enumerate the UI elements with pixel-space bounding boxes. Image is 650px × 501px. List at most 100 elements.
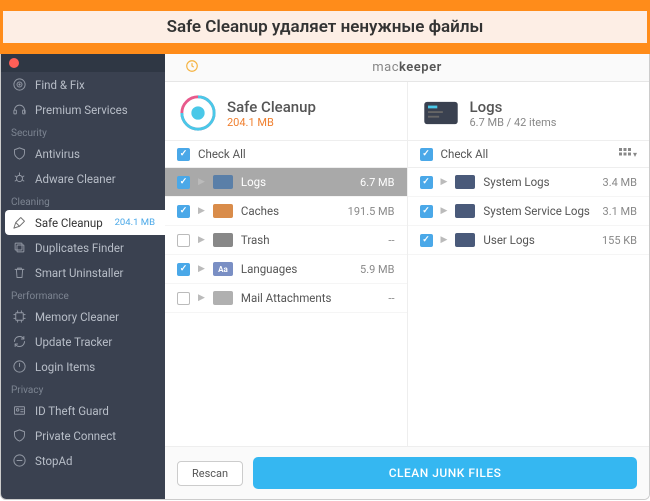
list-row[interactable]: ▶Logs6.7 MB [165, 168, 407, 197]
row-label: Trash [241, 233, 270, 247]
logs-icon [422, 94, 460, 132]
clean-button[interactable]: CLEAN JUNK FILES [253, 457, 637, 489]
row-size: 155 KB [602, 234, 637, 247]
row-size: 3.1 MB [603, 205, 637, 218]
list-row[interactable]: ▶Mail Attachments-- [165, 284, 407, 313]
sidebar-item-label: StopAd [35, 454, 72, 468]
close-icon[interactable] [9, 58, 19, 68]
content-panes: Safe Cleanup 204.1 MB Check All ▶Logs6.7… [165, 82, 649, 446]
pane-title: Logs [470, 98, 557, 116]
list-row[interactable]: ▶ User Logs 155 KB [408, 226, 650, 255]
check-all-right[interactable]: Check All ▾ [408, 140, 650, 168]
sidebar-item-login-items[interactable]: Login Items [1, 354, 165, 379]
category-icon: Aa [213, 262, 233, 276]
expand-arrow-icon[interactable]: ▶ [198, 206, 205, 216]
row-checkbox[interactable] [177, 263, 190, 276]
shield-virus-icon [11, 146, 27, 162]
sidebar-item-memory-cleaner[interactable]: Memory Cleaner [1, 304, 165, 329]
category-list: ▶Logs6.7 MB▶Caches191.5 MB▶Trash--▶AaLan… [165, 168, 407, 446]
row-checkbox[interactable] [420, 205, 433, 218]
row-checkbox[interactable] [177, 292, 190, 305]
sidebar-item-id-theft-guard[interactable]: ID Theft Guard [1, 398, 165, 423]
row-checkbox[interactable] [177, 176, 190, 189]
list-row[interactable]: ▶Trash-- [165, 226, 407, 255]
power-icon [11, 359, 27, 375]
sidebar-item-label: Update Tracker [35, 335, 112, 349]
shield-icon [11, 428, 27, 444]
row-checkbox[interactable] [177, 234, 190, 247]
sidebar-item-label: Antivirus [35, 147, 80, 161]
sidebar-item-find-fix[interactable]: Find & Fix [1, 72, 165, 97]
sidebar-item-label: Find & Fix [35, 78, 85, 92]
category-icon [213, 233, 233, 247]
expand-arrow-icon[interactable]: ▶ [198, 177, 205, 187]
sidebar-item-private-connect[interactable]: Private Connect [1, 423, 165, 448]
banner-text: Safe Cleanup удаляет ненужные файлы [3, 11, 647, 43]
row-checkbox[interactable] [177, 205, 190, 218]
row-size: 3.4 MB [603, 176, 637, 189]
sidebar-badge: 204.1 MB [115, 217, 155, 228]
category-icon [455, 204, 475, 218]
category-icon [213, 204, 233, 218]
pane-title: Safe Cleanup [227, 98, 316, 116]
pane-header: Logs 6.7 MB / 42 items [408, 82, 650, 140]
row-label: Languages [241, 262, 297, 276]
row-checkbox[interactable] [420, 234, 433, 247]
category-icon [213, 291, 233, 305]
history-icon[interactable] [185, 58, 199, 77]
sidebar-item-adware-cleaner[interactable]: Adware Cleaner [1, 166, 165, 191]
row-label: System Logs [483, 175, 549, 189]
sidebar-section-header: Performance [1, 285, 165, 304]
sidebar-item-safe-cleanup[interactable]: Safe Cleanup 204.1 MB [5, 210, 165, 235]
list-row[interactable]: ▶ Aa Languages 5.9 MB [165, 255, 407, 284]
list-row[interactable]: ▶ System Service Logs 3.1 MB [408, 197, 650, 226]
sidebar-section-header: Cleaning [1, 191, 165, 210]
sidebar-item-premium-services[interactable]: Premium Services [1, 97, 165, 122]
pane-subtitle: 204.1 MB [227, 116, 316, 129]
stop-icon [11, 453, 27, 469]
expand-arrow-icon[interactable]: ▶ [198, 264, 205, 274]
row-checkbox[interactable] [420, 176, 433, 189]
expand-arrow-icon[interactable]: ▶ [198, 293, 205, 303]
pane-subtitle: 6.7 MB / 42 items [470, 116, 557, 129]
row-label: System Service Logs [483, 204, 589, 218]
list-row[interactable]: ▶ System Logs 3.4 MB [408, 168, 650, 197]
sidebar-item-label: ID Theft Guard [35, 404, 109, 418]
row-size: 191.5 MB [348, 205, 395, 218]
row-label: User Logs [483, 233, 534, 247]
sidebar-item-duplicates-finder[interactable]: Duplicates Finder [1, 235, 165, 260]
category-icon [455, 175, 475, 189]
sidebar-item-label: Safe Cleanup [35, 216, 103, 230]
sidebar: Find & FixPremium Services SecurityAntiv… [1, 54, 165, 499]
row-size: -- [388, 292, 394, 305]
expand-arrow-icon[interactable]: ▶ [441, 177, 448, 187]
expand-arrow-icon[interactable]: ▶ [441, 235, 448, 245]
check-all-left[interactable]: Check All [165, 140, 407, 168]
safe-cleanup-icon [179, 94, 217, 132]
id-icon [11, 403, 27, 419]
sidebar-item-label: Login Items [35, 360, 95, 374]
sidebar-item-antivirus[interactable]: Antivirus [1, 141, 165, 166]
list-row[interactable]: ▶ Caches 191.5 MB [165, 197, 407, 226]
sidebar-item-update-tracker[interactable]: Update Tracker [1, 329, 165, 354]
main-area: mackeeper Safe Cleanup 204.1 MB Check Al… [165, 54, 649, 499]
view-mode-icon[interactable]: ▾ [619, 148, 637, 160]
row-size: 5.9 MB [360, 263, 394, 276]
sidebar-item-label: Smart Uninstaller [35, 266, 123, 280]
checkbox-all[interactable] [420, 148, 433, 161]
expand-arrow-icon[interactable]: ▶ [198, 235, 205, 245]
details-list: ▶ System Logs 3.4 MB ▶ System Service Logs 3.… [408, 168, 650, 446]
sidebar-item-smart-uninstaller[interactable]: Smart Uninstaller [1, 260, 165, 285]
sidebar-item-label: Private Connect [35, 429, 116, 443]
headset-icon [11, 102, 27, 118]
row-label: Caches [241, 204, 279, 218]
sidebar-item-stopad[interactable]: StopAd [1, 448, 165, 473]
chip-icon [11, 309, 27, 325]
details-pane: Logs 6.7 MB / 42 items Check All ▾ ▶ Syst… [408, 82, 650, 446]
sidebar-item-label: Adware Cleaner [35, 172, 116, 186]
sidebar-item-label: Memory Cleaner [35, 310, 119, 324]
expand-arrow-icon[interactable]: ▶ [441, 206, 448, 216]
checkbox-all[interactable] [177, 148, 190, 161]
rescan-button[interactable]: Rescan [177, 461, 243, 486]
category-icon [213, 175, 233, 189]
